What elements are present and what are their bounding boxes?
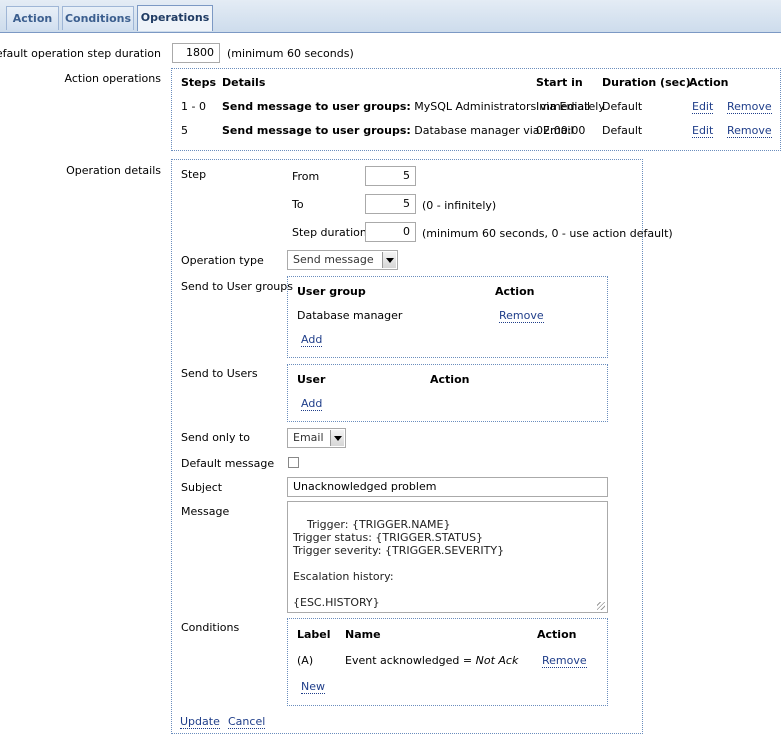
step-duration-field[interactable]: 0	[365, 222, 416, 242]
table-row-2-start: 02:00:00	[536, 124, 586, 137]
table-row-2-details: Send message to user groups: Database ma…	[222, 124, 574, 137]
send-to-users-label: Send to Users	[181, 367, 258, 380]
operation-details-label: Operation details	[66, 164, 161, 177]
col-action: Action	[689, 76, 729, 89]
col-details: Details	[222, 76, 266, 89]
remove-condition-link[interactable]: Remove	[542, 654, 587, 668]
conditions-table: Label Name Action (A) Event acknowledged…	[287, 618, 608, 706]
step-duration-label: Default operation step duration	[0, 47, 161, 60]
tab-conditions[interactable]: Conditions	[62, 6, 134, 30]
remove-user-group-link[interactable]: Remove	[499, 309, 544, 323]
new-condition-link[interactable]: New	[301, 680, 325, 694]
table-row-1-duration: Default	[602, 100, 643, 113]
tab-bar: Action Conditions Operations	[0, 0, 781, 33]
condition-value: Not Ack	[475, 654, 519, 667]
col-name: Name	[345, 628, 381, 641]
edit-link[interactable]: Edit	[692, 100, 714, 114]
resize-grip-icon[interactable]	[597, 602, 605, 610]
action-operations-label: Action operations	[64, 72, 162, 85]
operation-type-value: Send message	[293, 253, 374, 266]
step-to-input[interactable]: 5	[365, 194, 416, 214]
condition-expression: Event acknowledged =	[345, 654, 476, 667]
conditions-label: Conditions	[181, 621, 240, 634]
send-only-to-value: Email	[293, 431, 324, 444]
col-label: Label	[297, 628, 331, 641]
step-duration-field-hint: (minimum 60 seconds, 0 - use action defa…	[422, 227, 673, 240]
operation-type-select[interactable]: Send message	[287, 250, 398, 270]
operation-details-panel: Step From 5 To 5 (0 - infinitely) Step d…	[171, 159, 673, 734]
to-label: To	[292, 198, 304, 211]
col-duration: Duration (sec)	[602, 76, 691, 89]
condition-label: (A)	[297, 654, 314, 667]
step-label: Step	[181, 168, 207, 181]
step-duration-hint: (minimum 60 seconds)	[227, 47, 354, 60]
subject-label: Subject	[181, 481, 223, 494]
add-user-group-link[interactable]: Add	[301, 333, 323, 347]
edit-link[interactable]: Edit	[692, 124, 714, 138]
col-steps: Steps	[181, 76, 217, 89]
chevron-down-icon	[330, 430, 344, 446]
message-text: Trigger: {TRIGGER.NAME} Trigger status: …	[293, 518, 505, 609]
add-user-link[interactable]: Add	[301, 397, 323, 411]
from-label: From	[292, 170, 320, 183]
send-to-user-groups-label: Send to User groups	[181, 280, 293, 293]
update-button[interactable]: Update	[180, 715, 220, 729]
table-row-1-details: Send message to user groups: MySQL Admin…	[222, 100, 590, 113]
users-table: User Action Add	[287, 364, 608, 422]
chevron-down-icon	[382, 252, 396, 268]
table-row-1-steps: 1 - 0	[181, 100, 206, 113]
step-to-hint: (0 - infinitely)	[422, 199, 497, 212]
remove-link[interactable]: Remove	[727, 100, 772, 114]
tab-action[interactable]: Action	[6, 6, 59, 30]
col-action: Action	[495, 285, 535, 298]
col-user: User	[297, 373, 326, 386]
table-row-2-duration: Default	[602, 124, 643, 137]
message-textarea[interactable]: Trigger: {TRIGGER.NAME} Trigger status: …	[287, 501, 608, 613]
col-start-in: Start in	[536, 76, 583, 89]
user-group-name: Database manager	[297, 309, 403, 322]
details-type: Send message to user groups:	[222, 100, 411, 113]
user-groups-table: User group Action Database manager Remov…	[287, 276, 608, 358]
details-type: Send message to user groups:	[222, 124, 411, 137]
tab-operations[interactable]: Operations	[137, 5, 213, 31]
step-duration-input[interactable]: 1800	[172, 43, 220, 63]
step-from-input[interactable]: 5	[365, 166, 416, 186]
message-label: Message	[181, 505, 230, 518]
remove-link[interactable]: Remove	[727, 124, 772, 138]
table-row-2-steps: 5	[181, 124, 188, 137]
default-message-label: Default message	[181, 457, 275, 470]
subject-input[interactable]: Unacknowledged problem	[287, 477, 608, 497]
col-action: Action	[537, 628, 577, 641]
default-message-checkbox[interactable]	[288, 457, 299, 468]
operation-type-label: Operation type	[181, 254, 264, 267]
table-row-1-start: Immediately	[536, 100, 605, 113]
step-duration-label: Step duration	[292, 226, 367, 239]
col-user-group: User group	[297, 285, 366, 298]
action-operations-table: Steps Details Start in Duration (sec) Ac…	[171, 68, 781, 151]
condition-name: Event acknowledged = Not Ack	[345, 654, 518, 667]
col-action: Action	[430, 373, 470, 386]
cancel-button[interactable]: Cancel	[228, 715, 266, 729]
send-only-to-select[interactable]: Email	[287, 428, 346, 448]
send-only-to-label: Send only to	[181, 431, 251, 444]
